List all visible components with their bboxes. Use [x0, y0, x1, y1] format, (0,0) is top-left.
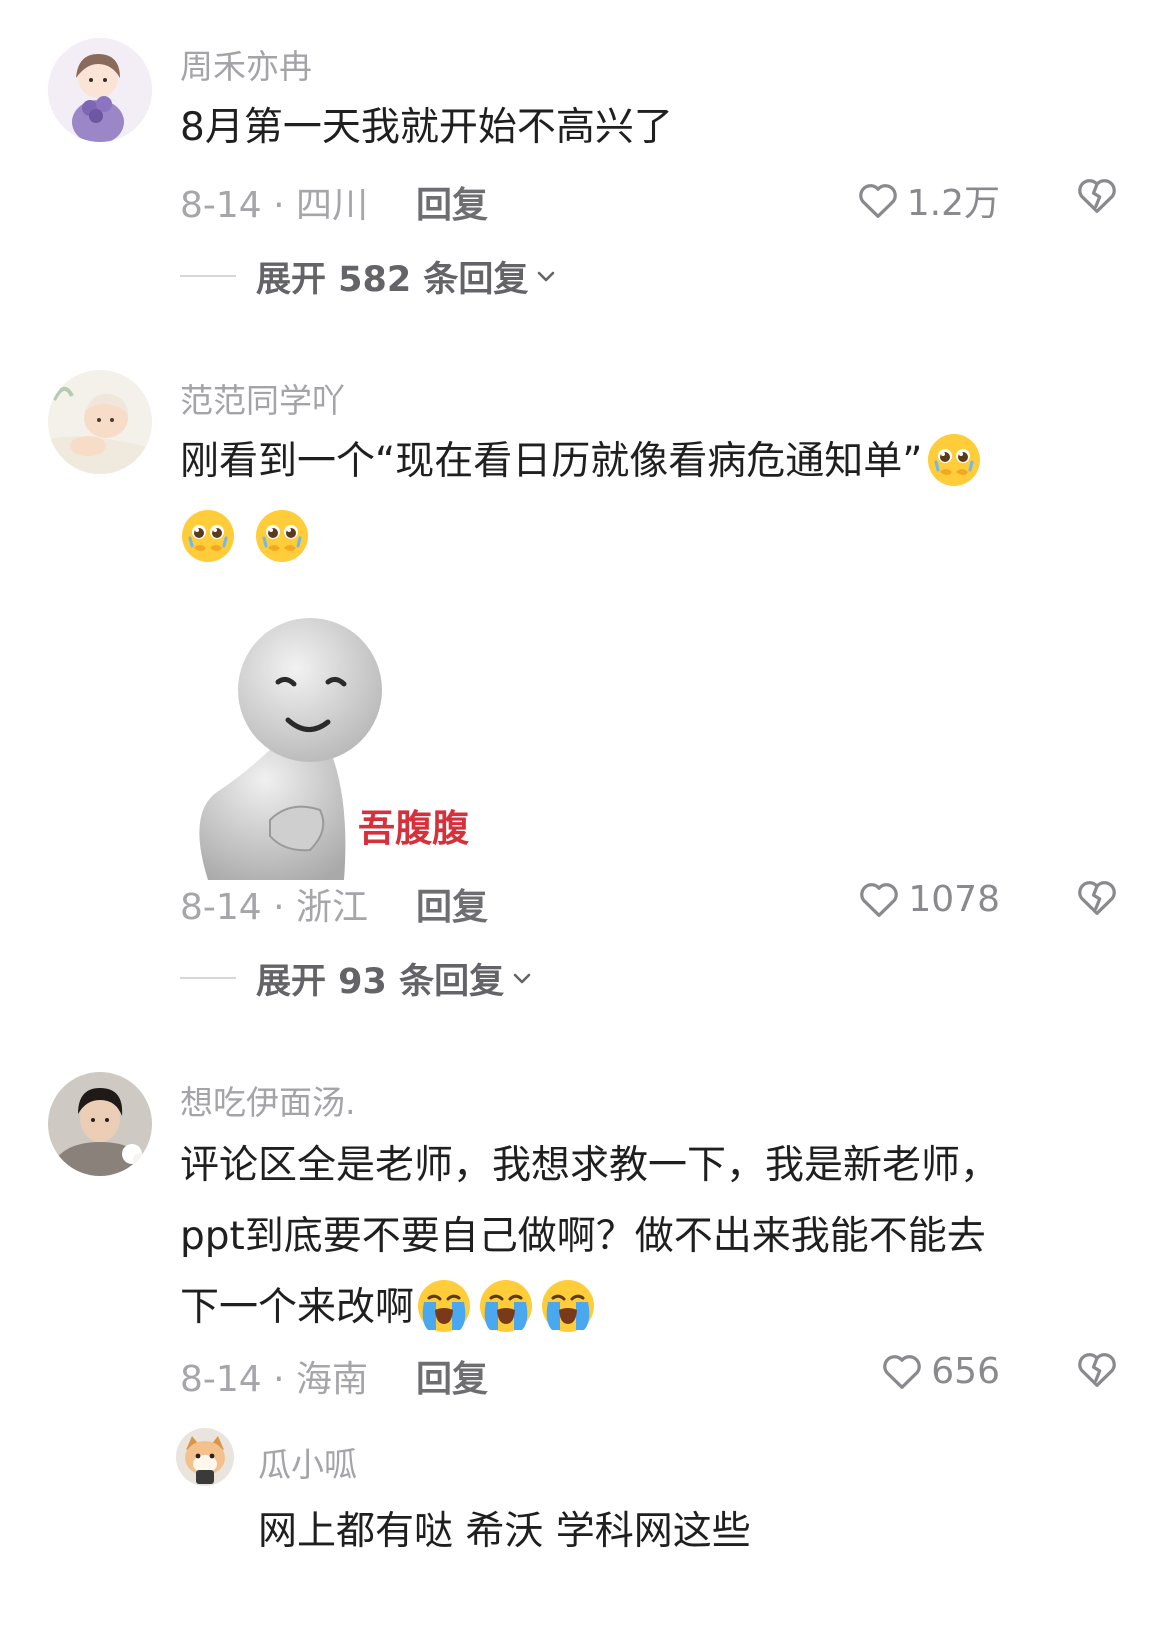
- divider: [180, 977, 236, 979]
- expand-replies-label: 展开 93 条回复: [256, 961, 505, 1002]
- divider: [180, 275, 236, 277]
- username[interactable]: 想吃伊面汤.: [180, 1076, 356, 1124]
- like-button[interactable]: 656: [879, 1348, 1000, 1394]
- dislike-button[interactable]: [1074, 172, 1120, 227]
- date-location: 8-14 · 海南: [180, 1359, 369, 1400]
- avatar[interactable]: [48, 38, 152, 142]
- comment-meta: 8-14 · 浙江 回复 1078: [180, 878, 1120, 928]
- avatar[interactable]: [176, 1428, 234, 1486]
- username[interactable]: 范范同学吖: [180, 374, 345, 422]
- pleading-face-emoji: [256, 509, 309, 562]
- expand-replies-button[interactable]: 展开 582 条回复: [180, 252, 558, 300]
- reply-text: 网上都有哒 希沃 学科网这些: [258, 1509, 751, 1554]
- avatar-man-icon: [48, 1072, 152, 1176]
- heart-outline-icon: [858, 184, 897, 218]
- reply-button[interactable]: 回复: [416, 176, 488, 228]
- loudly-crying-face-emoji: [542, 1279, 595, 1332]
- expand-replies-button[interactable]: 展开 93 条回复: [180, 954, 534, 1002]
- comment-meta: 8-14 · 四川 回复 1.2万: [180, 176, 1120, 226]
- dislike-button[interactable]: [1074, 874, 1120, 929]
- like-count: 1078: [908, 878, 1000, 920]
- broken-heart-icon: [1078, 1353, 1116, 1387]
- comment-text-line: ppt到底要不要自己做啊？做不出来我能不能去: [180, 1214, 986, 1259]
- comment-text: 8月第一天我就开始不高兴了: [180, 92, 673, 163]
- like-count: 1.2万: [906, 183, 1000, 224]
- username[interactable]: 周禾亦冉: [180, 40, 312, 88]
- avatar-cat-icon: [176, 1428, 234, 1486]
- like-button[interactable]: 1078: [856, 876, 1000, 922]
- comment-text: 刚看到一个“现在看日历就像看病危通知单”: [180, 426, 982, 570]
- date-location: 8-14 · 四川: [180, 185, 369, 226]
- avatar[interactable]: [48, 370, 152, 474]
- loudly-crying-face-emoji: [418, 1279, 471, 1332]
- sticker-image[interactable]: 吾腹腹: [180, 600, 500, 880]
- comment-text-line: 8月第一天我就开始不高兴了: [180, 105, 673, 150]
- pleading-face-emoji: [182, 509, 234, 562]
- heart-outline-icon: [883, 1355, 922, 1389]
- username[interactable]: 瓜小呱: [258, 1438, 357, 1486]
- dislike-button[interactable]: [1074, 1346, 1120, 1401]
- chevron-down-icon: [513, 973, 531, 984]
- sticker-caption: 吾腹腹: [358, 807, 469, 850]
- like-count: 656: [931, 1350, 1000, 1392]
- comment-text-line: 评论区全是老师，我想求教一下，我是新老师，: [180, 1143, 1000, 1188]
- comment-text-line: 下一个来改啊: [180, 1285, 415, 1330]
- heart-outline-icon: [860, 883, 899, 917]
- comment-text-line: 刚看到一个“现在看日历就像看病危通知单”: [180, 439, 923, 484]
- date-location: 8-14 · 浙江: [180, 887, 369, 928]
- emoji-row: [180, 509, 310, 562]
- pleading-face-emoji: [928, 433, 981, 486]
- comment-text: 评论区全是老师，我想求教一下，我是新老师， ppt到底要不要自己做啊？做不出来我…: [180, 1130, 999, 1343]
- chevron-down-icon: [538, 271, 555, 282]
- avatar-girl-icon: [48, 38, 152, 142]
- like-button[interactable]: 1.2万: [855, 174, 1000, 226]
- loudly-crying-face-emoji: [480, 1279, 533, 1332]
- expand-replies-label: 展开 582 条回复: [256, 259, 529, 300]
- reply-button[interactable]: 回复: [416, 1350, 488, 1402]
- broken-heart-icon: [1078, 179, 1116, 213]
- avatar-baby-icon: [48, 370, 152, 474]
- avatar[interactable]: [48, 1072, 152, 1176]
- broken-heart-icon: [1078, 881, 1116, 915]
- comment-meta: 8-14 · 海南 回复 656: [180, 1350, 1120, 1400]
- reply-button[interactable]: 回复: [416, 878, 488, 930]
